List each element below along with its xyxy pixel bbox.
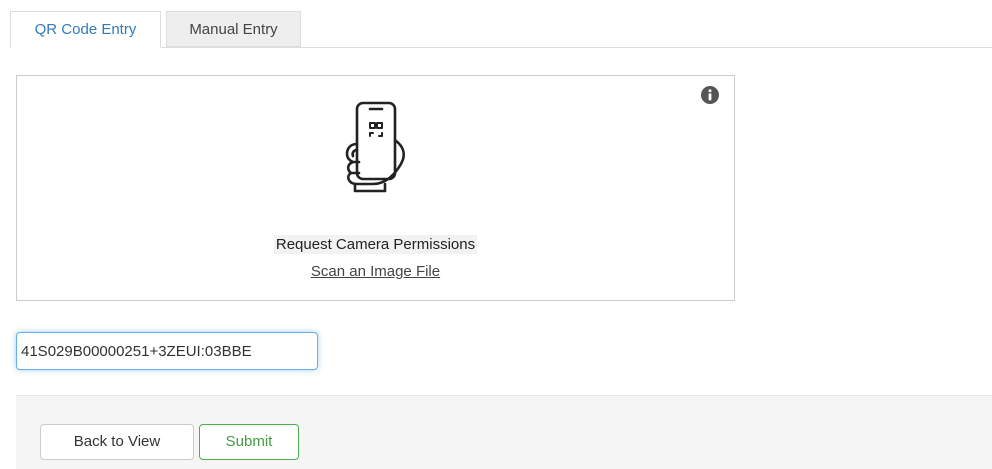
back-to-view-button[interactable]: Back to View — [40, 424, 194, 460]
tab-manual-entry[interactable]: Manual Entry — [166, 11, 301, 47]
tab-qr-code-entry[interactable]: QR Code Entry — [10, 11, 161, 48]
scan-image-file-link[interactable]: Scan an Image File — [17, 263, 734, 280]
request-camera-permissions-label[interactable]: Request Camera Permissions — [273, 235, 478, 254]
phone-qr-scan-icon — [345, 101, 406, 193]
code-input[interactable] — [16, 332, 318, 370]
info-icon[interactable] — [701, 86, 719, 104]
qr-scanner-panel: Request Camera Permissions Scan an Image… — [16, 75, 735, 301]
entry-tabs: QR Code Entry Manual Entry — [10, 11, 992, 48]
request-camera-permissions[interactable]: Request Camera Permissions — [17, 235, 734, 254]
action-footer: Back to View Submit — [16, 395, 992, 469]
submit-button[interactable]: Submit — [199, 424, 299, 460]
